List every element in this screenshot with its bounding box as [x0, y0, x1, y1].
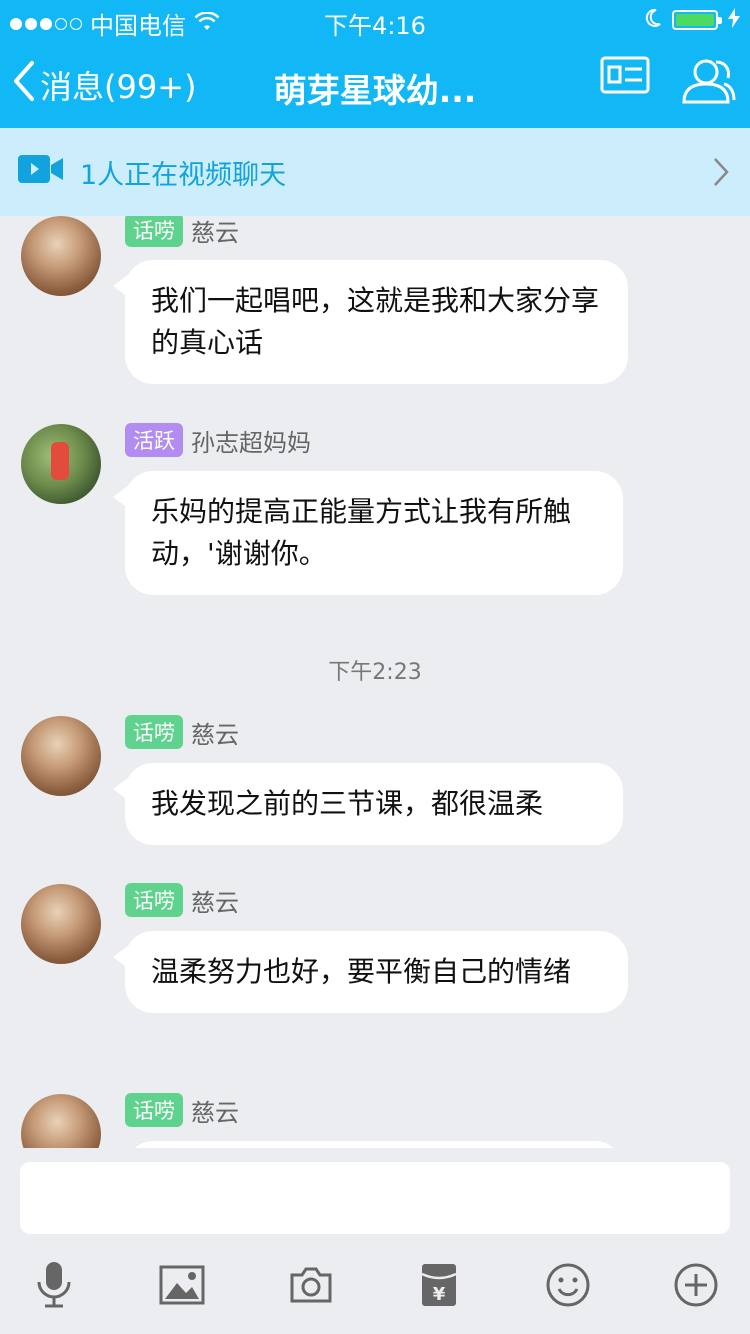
level-badge: 话唠: [125, 1093, 183, 1127]
message-input[interactable]: [20, 1162, 730, 1234]
sender-name: 慈云: [191, 218, 239, 247]
microphone-icon[interactable]: [30, 1261, 78, 1309]
profile-card-icon[interactable]: [600, 56, 650, 110]
avatar[interactable]: [21, 884, 101, 964]
time-divider: 下午2:23: [328, 660, 422, 685]
nav-icons: [600, 56, 736, 110]
avatar[interactable]: [21, 216, 101, 296]
battery-fill: [676, 14, 714, 26]
chat-message-list[interactable]: 话唠 慈云 我们一起唱吧，这就是我和大家分享的真心话 活跃 孙志超妈妈 乐妈的提…: [0, 216, 750, 1148]
video-chat-banner[interactable]: 1人正在视频聊天: [0, 128, 750, 216]
sender-name: 孙志超妈妈: [191, 428, 311, 457]
video-camera-icon: [18, 153, 64, 192]
message-bubble[interactable]: 乐妈的提高正能量方式让我有所触动，'谢谢你。: [113, 471, 623, 595]
message-bubble[interactable]: 我们一起唱吧，这就是我和大家分享的真心话: [113, 260, 628, 384]
avatar[interactable]: [21, 1094, 101, 1148]
level-badge: 活跃: [125, 423, 183, 457]
sender-name: 慈云: [191, 888, 239, 917]
sender-meta: 话唠 慈云: [125, 715, 239, 749]
avatar[interactable]: [21, 424, 101, 504]
avatar-figure: [51, 442, 69, 480]
level-badge: 话唠: [125, 715, 183, 749]
message-bubble[interactable]: [125, 1141, 623, 1148]
sender-meta: 活跃 孙志超妈妈: [125, 423, 311, 457]
status-right: [644, 6, 740, 34]
message-bubble[interactable]: 温柔努力也好，要平衡自己的情绪: [113, 931, 628, 1013]
nav-bar: 消息(99+) 萌芽星球幼...: [0, 40, 750, 128]
chat-toolbar: ¥: [0, 1236, 750, 1334]
top-header: 中国电信 下午4:16 消息(99+) 萌芽星球幼...: [0, 0, 750, 128]
charging-bolt-icon: [728, 6, 740, 34]
group-members-icon[interactable]: [680, 56, 736, 110]
video-chat-text: 1人正在视频聊天: [80, 159, 287, 191]
sender-meta: 话唠 慈云: [125, 1093, 239, 1127]
moon-icon: [644, 6, 662, 34]
red-packet-icon[interactable]: ¥: [415, 1261, 463, 1309]
sender-name: 慈云: [191, 1098, 239, 1127]
image-icon[interactable]: [158, 1261, 206, 1309]
emoji-icon[interactable]: [544, 1261, 592, 1309]
level-badge: 话唠: [125, 883, 183, 917]
status-time: 下午4:16: [324, 12, 426, 40]
battery-icon: [672, 10, 722, 30]
camera-icon[interactable]: [287, 1261, 335, 1309]
level-badge: 话唠: [125, 216, 183, 247]
avatar[interactable]: [21, 716, 101, 796]
sender-meta: 话唠 慈云: [125, 216, 239, 247]
svg-text:¥: ¥: [433, 1284, 446, 1305]
status-bar: 中国电信 下午4:16: [0, 0, 750, 40]
message-bubble[interactable]: 我发现之前的三节课，都很温柔: [113, 763, 623, 845]
sender-name: 慈云: [191, 720, 239, 749]
chevron-right-icon: [712, 156, 730, 195]
plus-icon[interactable]: [672, 1261, 720, 1309]
sender-meta: 话唠 慈云: [125, 883, 239, 917]
